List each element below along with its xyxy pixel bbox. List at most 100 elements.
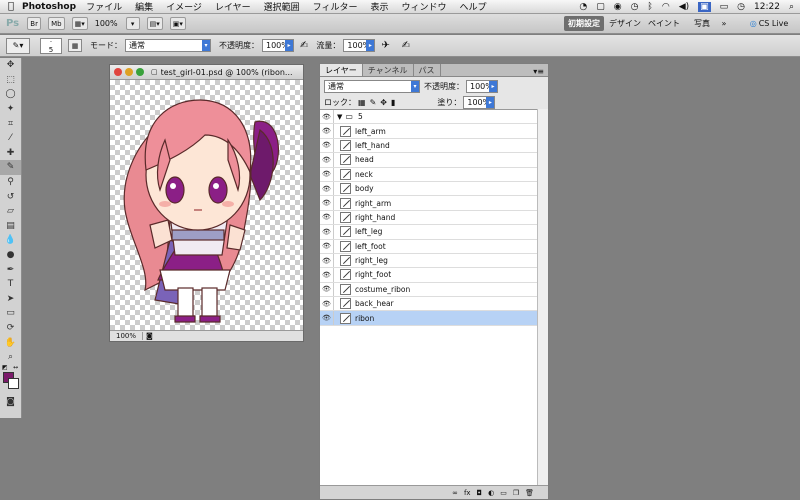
zoom-tool-icon[interactable]: ⌕ (0, 350, 21, 365)
disclosure-triangle-icon[interactable]: ▼ (337, 113, 342, 121)
spot-healing-tool-icon[interactable]: ✚ (0, 146, 21, 161)
eye-icon[interactable]: 👁 (320, 210, 334, 225)
add-mask-icon[interactable]: ◘ (477, 489, 483, 497)
marquee-tool-icon[interactable]: ⬚ (0, 73, 21, 88)
workspace-design[interactable]: デザイン (608, 16, 642, 31)
menu-edit[interactable]: 編集 (135, 0, 153, 13)
menu-layer[interactable]: レイヤー (215, 0, 251, 13)
swap-colors-icon[interactable]: ↔ (13, 364, 18, 371)
layer-row[interactable]: 👁 left_leg (320, 225, 538, 240)
layer-row[interactable]: 👁 right_hand (320, 210, 538, 226)
eye-icon[interactable]: 👁 (320, 225, 334, 239)
layer-row-selected[interactable]: 👁 ribon (320, 311, 538, 326)
dodge-tool-icon[interactable]: ● (0, 248, 21, 263)
arrange-documents-button[interactable]: ▤▾ (146, 17, 163, 30)
hand-tool-icon[interactable]: ✋ (0, 335, 21, 350)
layer-row[interactable]: 👁 left_foot (320, 239, 538, 254)
zoom-level-menu[interactable]: 100% (95, 19, 118, 28)
type-tool-icon[interactable]: T (0, 277, 21, 292)
menu-view[interactable]: 表示 (371, 0, 389, 13)
timemachine-icon[interactable]: ◔ (579, 2, 587, 12)
lock-position-icon[interactable]: ✥ (380, 98, 387, 107)
brush-preset-picker[interactable]: · 5 (40, 37, 62, 54)
mode-select[interactable]: 通常 ▾ (125, 39, 211, 52)
lock-all-icon[interactable]: ▮ (391, 98, 395, 107)
view-extras-button[interactable]: ▦▾ (71, 17, 88, 30)
pressure-opacity-icon[interactable]: ✍ (300, 40, 308, 51)
move-tool-icon[interactable]: ✥ (0, 58, 21, 73)
layer-opacity-field[interactable]: 100% ▸ (466, 80, 498, 93)
path-selection-tool-icon[interactable]: ➤ (0, 292, 21, 307)
quick-mask-icon[interactable]: ◙ (0, 394, 21, 409)
eye-icon[interactable]: 👁 (320, 110, 334, 124)
eye-icon[interactable]: 👁 (320, 138, 334, 153)
eye-icon[interactable]: 👁 (320, 311, 334, 325)
volume-icon[interactable]: ◀) (679, 2, 689, 12)
document-canvas[interactable] (110, 80, 303, 330)
menu-window[interactable]: ウィンドウ (402, 0, 447, 13)
panel-menu-icon[interactable]: ▾≡ (533, 67, 544, 76)
spotlight-icon[interactable]: ⌕ (789, 2, 794, 12)
mini-bridge-button[interactable]: Mb (48, 17, 65, 30)
eye-icon[interactable]: 👁 (320, 239, 334, 253)
layers-scrollbar[interactable] (537, 109, 548, 487)
new-layer-icon[interactable]: ❐ (513, 489, 519, 497)
tool-preset-picker[interactable]: ✎▾ (6, 37, 30, 54)
zoom-dropdown-icon[interactable]: ▾ (125, 17, 140, 30)
menu-file[interactable]: ファイル (86, 0, 122, 13)
blend-mode-select[interactable]: 通常 ▾ (324, 80, 420, 93)
workspace-essentials[interactable]: 初期設定 (564, 16, 604, 31)
airbrush-icon[interactable]: ✈ (381, 40, 389, 51)
history-brush-tool-icon[interactable]: ↺ (0, 189, 21, 204)
eye-icon[interactable]: 👁 (320, 253, 334, 268)
screen-mode-button[interactable]: ▣▾ (169, 17, 186, 30)
layer-row[interactable]: 👁 left_hand (320, 138, 538, 154)
spaces-icon[interactable]: ▣ (698, 2, 711, 12)
minimize-window-button[interactable] (125, 68, 133, 76)
background-color-swatch[interactable] (8, 378, 19, 390)
status-info-icon[interactable]: ◙ (146, 332, 153, 340)
cs-live-button[interactable]: ◎ CS Live (742, 16, 796, 31)
layer-row[interactable]: 👁 costume_ribon (320, 282, 538, 298)
eye-icon[interactable]: 👁 (320, 153, 334, 167)
opacity-field[interactable]: 100% ▸ (262, 39, 294, 52)
adjustment-layer-icon[interactable]: ◐ (488, 489, 494, 497)
fill-field[interactable]: 100% ▸ (463, 96, 496, 109)
layer-row[interactable]: 👁 left_arm (320, 124, 538, 139)
3d-rotate-tool-icon[interactable]: ⟳ (0, 321, 21, 336)
menu-filter[interactable]: フィルター (313, 0, 358, 13)
eye-icon[interactable]: 👁 (320, 167, 334, 181)
bluetooth-icon[interactable]: ᛒ (647, 2, 652, 12)
menu-select[interactable]: 選択範囲 (264, 0, 300, 13)
eye-icon[interactable]: 👁 (320, 268, 334, 282)
layer-row[interactable]: 👁 body (320, 181, 538, 197)
crop-tool-icon[interactable]: ⌗ (0, 116, 21, 131)
eye-icon[interactable]: 👁 (320, 282, 334, 297)
delete-layer-icon[interactable]: 🗑 (525, 489, 534, 497)
battery-icon[interactable]: ▭ (720, 2, 729, 12)
window-icon[interactable]: ▢ (596, 2, 605, 12)
sync-icon[interactable]: ◉ (614, 2, 622, 12)
eye-icon[interactable]: 👁 (320, 124, 334, 138)
workspace-paint[interactable]: ペイント (647, 16, 681, 31)
shape-tool-icon[interactable]: ▭ (0, 306, 21, 321)
layer-row[interactable]: 👁 right_foot (320, 268, 538, 283)
lock-pixels-icon[interactable]: ✎ (370, 98, 377, 107)
tab-channels[interactable]: チャンネル (363, 64, 414, 76)
document-title-bar[interactable]: ▢ test_girl-01.psd @ 100% (ribon... (110, 65, 303, 80)
gradient-tool-icon[interactable]: ▤ (0, 219, 21, 234)
eye-icon[interactable]: 👁 (320, 196, 334, 210)
new-group-icon[interactable]: ▭ (500, 489, 507, 497)
menu-image[interactable]: イメージ (166, 0, 202, 13)
layer-row[interactable]: 👁 right_leg (320, 253, 538, 269)
tab-paths[interactable]: パス (414, 64, 441, 76)
document-zoom-field[interactable]: 100% (110, 332, 144, 340)
eraser-tool-icon[interactable]: ▱ (0, 204, 21, 219)
link-layers-icon[interactable]: ∞ (452, 489, 458, 497)
layer-group-row[interactable]: 👁 ▼ ▭ 5 (320, 110, 538, 125)
apple-menu-icon[interactable]:  (0, 1, 22, 12)
pen-tool-icon[interactable]: ✒ (0, 262, 21, 277)
bridge-button[interactable]: Br (27, 17, 42, 30)
close-window-button[interactable] (114, 68, 122, 76)
layer-row[interactable]: 👁 neck (320, 167, 538, 182)
